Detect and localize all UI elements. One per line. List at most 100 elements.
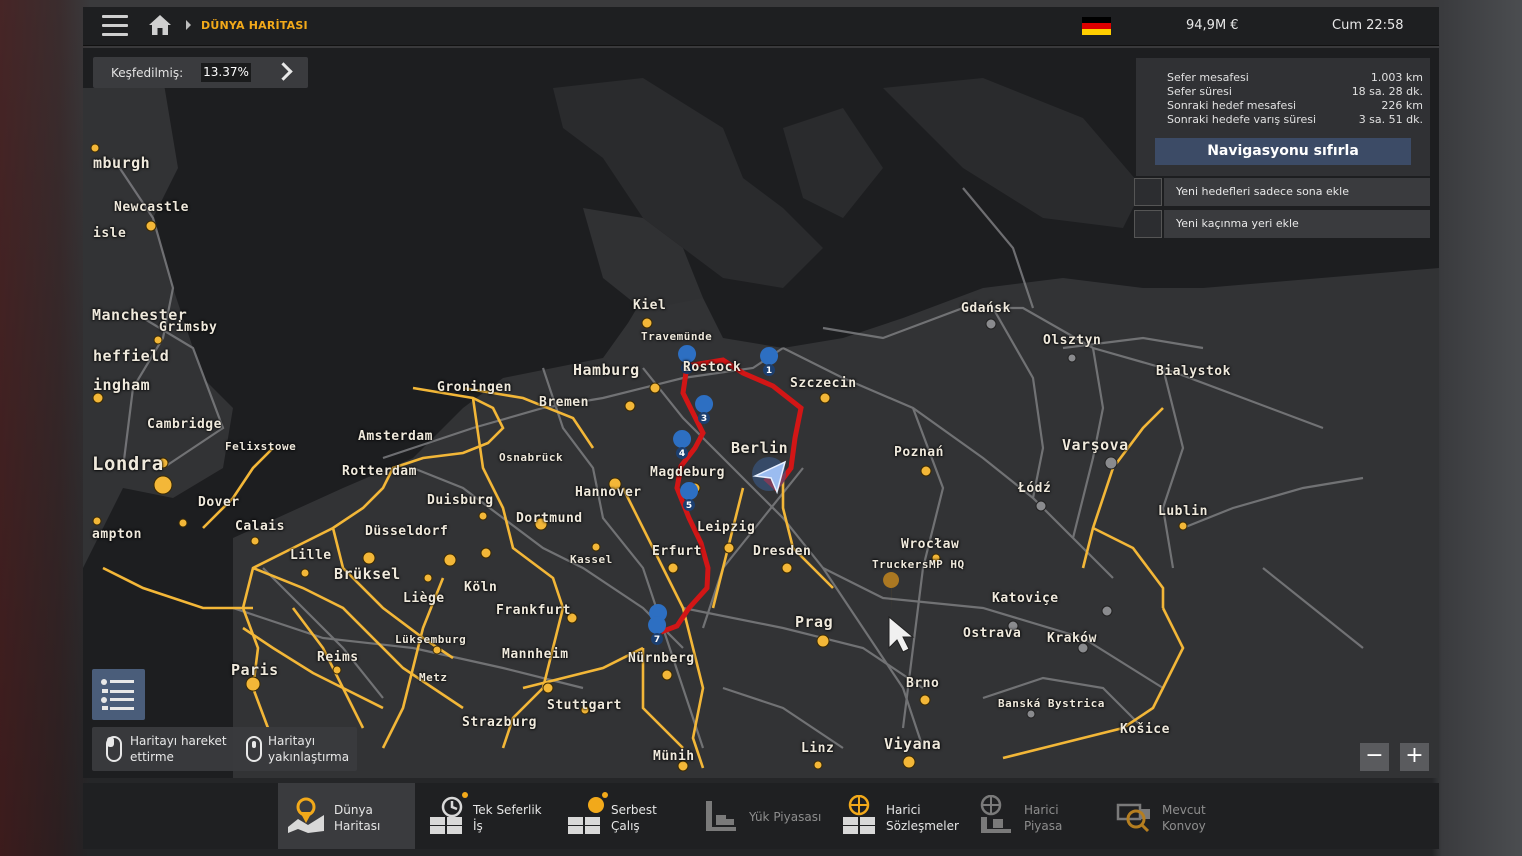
city-label: Prag xyxy=(795,613,834,631)
cargo-market-icon xyxy=(706,801,736,831)
tab-external-market: Harici Piyasa xyxy=(975,783,1095,849)
tab-freight-market[interactable]: Serbest Çalış xyxy=(560,783,695,849)
city-label: Košice xyxy=(1120,722,1170,737)
city-label: Gdańsk xyxy=(961,301,1011,316)
home-icon[interactable] xyxy=(148,14,172,40)
city-label: Münih xyxy=(653,749,695,764)
freight-market-icon xyxy=(568,797,604,834)
nav-row-next-eta: Sonraki hedefe varış süresi 3 sa. 51 dk. xyxy=(1167,113,1423,126)
city-label: Bialystok xyxy=(1156,364,1231,379)
city-label: Erfurt xyxy=(652,544,702,559)
city-label: Strazburg xyxy=(462,715,537,730)
city-label: ampton xyxy=(92,527,142,542)
city-label: Calais xyxy=(235,519,285,534)
breadcrumb[interactable]: DÜNYA HARİTASI xyxy=(201,19,308,32)
zoom-in-button[interactable]: + xyxy=(1400,743,1429,771)
city-label: Banská Bystrica xyxy=(998,697,1105,710)
city-label: Metz xyxy=(419,671,448,684)
chevron-right-icon[interactable] xyxy=(274,62,293,81)
city-label: Reims xyxy=(317,650,359,665)
city-label: Szczecin xyxy=(790,376,857,391)
city-label: Magdeburg xyxy=(650,465,725,480)
game-clock: Cum 22:58 xyxy=(1332,18,1404,33)
city-label: Poznań xyxy=(894,445,944,460)
mouse-scroll-icon xyxy=(246,736,262,762)
zoom-out-button[interactable]: − xyxy=(1360,743,1389,771)
city-label: Dover xyxy=(198,495,240,510)
option-add-avoid-location[interactable]: Yeni kaçınma yeri ekle xyxy=(1134,210,1430,238)
tab-cargo-market: Yük Piyasası xyxy=(700,783,830,849)
city-label: Leipzig xyxy=(697,520,756,535)
control-hints: Haritayı hareket ettirme Haritayı yakınlaş… xyxy=(92,727,357,771)
city-label: Nürnberg xyxy=(628,651,695,666)
nav-row-trip-distance: Sefer mesafesi 1.003 km xyxy=(1167,71,1423,84)
city-label: Viyana xyxy=(884,735,942,753)
city-label: mburgh xyxy=(93,154,151,172)
city-label: Ostrava xyxy=(963,626,1022,641)
option-append-destinations[interactable]: Yeni hedefleri sadece sona ekle xyxy=(1134,178,1430,206)
city-label: Liège xyxy=(403,591,445,606)
city-label: Hamburg xyxy=(573,361,640,379)
city-label: Kassel xyxy=(570,553,613,566)
breadcrumb-arrow-icon xyxy=(186,20,191,30)
city-label: Travemünde xyxy=(641,330,713,343)
country-flag-icon xyxy=(1082,17,1111,35)
tab-quick-job[interactable]: Tek Seferlik İş xyxy=(420,783,555,849)
city-label: Dortmund xyxy=(516,511,583,526)
city-label: Katoviçe xyxy=(992,591,1059,606)
tab-external-contracts[interactable]: Harici Sözleşmeler xyxy=(838,783,968,849)
city-label: ingham xyxy=(93,376,151,394)
city-label: Frankfurt xyxy=(496,603,571,618)
legend-list-icon xyxy=(101,679,134,710)
city-label: Amsterdam xyxy=(358,429,433,444)
city-label: Duisburg xyxy=(427,493,494,508)
city-label: Lublin xyxy=(1158,504,1208,519)
city-label: Cambridge xyxy=(147,417,222,432)
city-label: Berlin xyxy=(731,439,789,457)
tab-current-convoy: Mevcut Konvoy xyxy=(1112,783,1232,849)
city-label: Rotterdam xyxy=(342,464,417,479)
checkbox[interactable] xyxy=(1134,178,1162,206)
money-balance: 94,9M € xyxy=(1186,18,1239,33)
city-label: Linz xyxy=(801,741,835,756)
city-label: Dresden xyxy=(753,544,812,559)
city-label: TruckersMP HQ xyxy=(872,558,965,571)
city-label: Mannheim xyxy=(502,647,569,662)
city-label: Düsseldorf xyxy=(365,524,449,539)
city-label: Felixstowe xyxy=(225,440,297,453)
nav-row-trip-time: Sefer süresi 18 sa. 28 dk. xyxy=(1167,85,1423,98)
city-label: Lüksemburg xyxy=(395,633,467,646)
checkbox[interactable] xyxy=(1134,210,1162,238)
city-label: Bremen xyxy=(539,395,589,410)
quick-job-icon xyxy=(430,796,463,834)
nav-row-next-distance: Sonraki hedef mesafesi 226 km xyxy=(1167,99,1423,112)
world-map-icon xyxy=(288,797,324,833)
explored-panel: Keşfedilmiş: 13.37% xyxy=(93,57,308,88)
city-label: Newcastle xyxy=(114,200,189,215)
convoy-icon xyxy=(1116,803,1150,833)
city-label: Brno xyxy=(906,676,940,691)
city-label: isle xyxy=(93,226,127,241)
hamburger-menu-icon[interactable] xyxy=(102,15,128,37)
explored-label: Keşfedilmiş: xyxy=(111,66,184,80)
city-label: Londra xyxy=(92,453,164,475)
map-legend-button[interactable] xyxy=(92,669,145,720)
tab-world-map[interactable]: Dünya Haritası xyxy=(278,783,415,849)
city-label: heffield xyxy=(93,347,170,365)
city-label: Köln xyxy=(464,580,498,595)
city-label: Kiel xyxy=(633,298,667,313)
city-label: Kraków xyxy=(1047,631,1097,646)
city-label: Lille xyxy=(290,548,332,563)
explored-value: 13.37% xyxy=(201,63,251,82)
city-label: Groningen xyxy=(437,380,512,395)
reset-navigation-button[interactable]: Navigasyonu sıfırla xyxy=(1155,138,1411,165)
city-label: Stuttgart xyxy=(547,698,622,713)
city-label: Wrocław xyxy=(901,537,960,552)
city-label: Rostock xyxy=(683,360,742,375)
city-label: Brüksel xyxy=(334,565,401,583)
city-label: Varşova xyxy=(1062,436,1129,454)
city-label: Osnabrück xyxy=(499,451,564,464)
city-label: Hannover xyxy=(575,485,642,500)
external-contracts-icon xyxy=(843,795,875,834)
city-label: Łódź xyxy=(1018,481,1052,496)
